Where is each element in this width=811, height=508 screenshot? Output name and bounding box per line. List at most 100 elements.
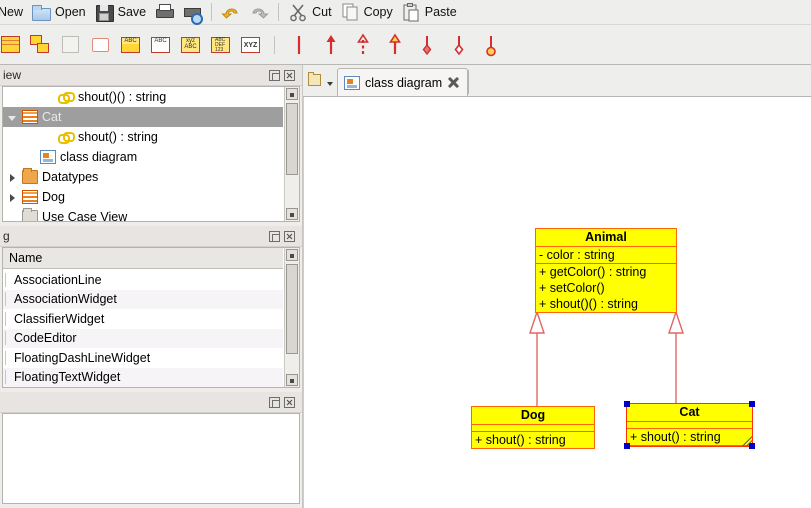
copy-icon bbox=[340, 2, 360, 22]
scroll-up-arrow-icon[interactable] bbox=[286, 88, 298, 100]
bottom-dock bbox=[0, 392, 303, 508]
list-item[interactable]: CodeEditor bbox=[3, 328, 283, 348]
list-dock-float-button[interactable] bbox=[269, 230, 280, 242]
operations-compartment: + getColor() : string + setColor() + shout… bbox=[536, 264, 676, 312]
tree-list[interactable]: shout()() : string Cat shout() : string cla… bbox=[3, 87, 283, 222]
tree-item-label: Use Case View bbox=[42, 210, 128, 222]
new-button[interactable]: New bbox=[0, 1, 27, 24]
box-tool-button[interactable] bbox=[86, 29, 116, 61]
tab-close-icon[interactable] bbox=[447, 76, 460, 89]
print-preview-icon bbox=[182, 2, 204, 25]
diagram-canvas[interactable]: Animal - color : string + getColor() : str… bbox=[303, 97, 811, 508]
datatype-tool-button[interactable]: xyz ABC bbox=[176, 29, 206, 61]
cut-button[interactable]: Cut bbox=[284, 1, 335, 24]
list-item[interactable]: ClassifierWidget bbox=[3, 309, 283, 329]
undo-button[interactable] bbox=[217, 1, 245, 24]
generalization-tool-button[interactable] bbox=[315, 29, 347, 61]
tab-class-diagram[interactable]: class diagram bbox=[337, 68, 469, 96]
enum-tool-button[interactable]: ABC DEF 123 bbox=[206, 29, 236, 61]
resize-grip[interactable] bbox=[740, 434, 752, 446]
list-item-label: ClassifierWidget bbox=[14, 311, 105, 326]
twisty-open-icon[interactable] bbox=[7, 112, 18, 123]
tree-dock-float-button[interactable] bbox=[269, 69, 280, 81]
interface-tool-button[interactable]: ABC bbox=[146, 29, 176, 61]
row-indent-marker bbox=[5, 272, 9, 287]
scissors-icon bbox=[288, 2, 308, 22]
class-list[interactable]: AssociationLine AssociationWidget Classifi… bbox=[3, 270, 283, 387]
print-preview-button[interactable] bbox=[178, 1, 206, 25]
bottom-dock-float-button[interactable] bbox=[269, 396, 280, 408]
tree-item-shout-string[interactable]: shout() : string bbox=[3, 127, 283, 147]
tree-item-label: Datatypes bbox=[42, 170, 99, 184]
scroll-down-arrow-icon[interactable] bbox=[286, 374, 298, 386]
containment-tool-button[interactable] bbox=[475, 29, 507, 61]
list-item[interactable]: FloatingTextWidget bbox=[3, 367, 283, 387]
twisty-closed-icon[interactable] bbox=[7, 192, 18, 203]
scrollbar-thumb[interactable] bbox=[286, 264, 298, 354]
list-dock-close-button[interactable] bbox=[284, 230, 295, 242]
tree-scrollbar[interactable] bbox=[284, 87, 299, 221]
operation-icon bbox=[58, 130, 75, 144]
class-widget-animal[interactable]: Animal - color : string + getColor() : str… bbox=[535, 228, 677, 313]
list-item[interactable]: FloatingDashLineWidget bbox=[3, 348, 283, 368]
save-button[interactable]: Save bbox=[90, 1, 151, 24]
copy-button[interactable]: Copy bbox=[336, 1, 397, 24]
package-tool-button[interactable]: ABC bbox=[116, 29, 146, 61]
generalization-dog-animal bbox=[529, 309, 545, 406]
subsystem-tool-icon bbox=[29, 34, 53, 56]
class-tool-button[interactable] bbox=[0, 29, 26, 61]
tree-item-dog[interactable]: Dog bbox=[3, 187, 283, 207]
tree-dock-close-button[interactable] bbox=[284, 69, 295, 81]
association-tool-button[interactable] bbox=[283, 29, 315, 61]
list-scrollbar[interactable] bbox=[284, 248, 299, 387]
list-item-label: FloatingDashLineWidget bbox=[14, 350, 151, 365]
hollow-arrow-icon bbox=[389, 33, 401, 54]
class-icon bbox=[22, 190, 38, 204]
tree-item-datatypes[interactable]: Datatypes bbox=[3, 167, 283, 187]
composition-tool-button[interactable] bbox=[411, 29, 443, 61]
selection-handle[interactable] bbox=[749, 401, 755, 407]
bottom-dock-close-button[interactable] bbox=[284, 396, 295, 408]
tree-item-class-diagram[interactable]: class diagram bbox=[3, 147, 283, 167]
class-widget-cat[interactable]: Cat + shout() : string bbox=[624, 401, 755, 449]
attributes-compartment: - color : string bbox=[536, 247, 676, 264]
class-widget-dog[interactable]: Dog + shout() : string bbox=[471, 406, 595, 449]
selection-handle[interactable] bbox=[624, 443, 630, 449]
package-icon: ABC bbox=[119, 34, 143, 56]
list-item-label: CodeEditor bbox=[14, 331, 77, 346]
tab-list-button[interactable] bbox=[303, 66, 337, 96]
entity-tool-button[interactable]: XYZ bbox=[236, 29, 266, 61]
scrollbar-thumb[interactable] bbox=[286, 103, 298, 175]
operation-line: + shout()() : string bbox=[539, 297, 638, 311]
scroll-down-arrow-icon[interactable] bbox=[286, 208, 298, 220]
operation-line: + shout() : string bbox=[630, 430, 721, 444]
list-view-body: Name AssociationLine AssociationWidget Cla… bbox=[2, 247, 300, 388]
tree-item-use-case-view[interactable]: Use Case View bbox=[3, 207, 283, 222]
uml-toolbar-separator bbox=[274, 35, 275, 54]
print-button[interactable] bbox=[150, 1, 178, 24]
realization-tool-button[interactable] bbox=[379, 29, 411, 61]
aggregation-tool-button[interactable] bbox=[443, 29, 475, 61]
selection-handle[interactable] bbox=[624, 401, 630, 407]
subsystem-tool-button[interactable] bbox=[26, 29, 56, 61]
twisty-closed-icon[interactable] bbox=[7, 172, 18, 183]
tree-view-dock: iew shout()() : string Cat shout() : strin… bbox=[0, 65, 303, 226]
open-button[interactable]: Open bbox=[27, 1, 90, 24]
paste-button[interactable]: Paste bbox=[397, 1, 461, 24]
cut-button-label: Cut bbox=[312, 5, 332, 19]
scroll-up-arrow-icon[interactable] bbox=[286, 249, 298, 261]
list-column-header[interactable]: Name bbox=[3, 248, 283, 269]
note-tool-button[interactable] bbox=[56, 29, 86, 61]
bottom-dock-body[interactable] bbox=[2, 413, 300, 504]
list-item-label: FloatingTextWidget bbox=[14, 370, 121, 385]
row-indent-marker bbox=[5, 331, 9, 346]
dependency-tool-button[interactable] bbox=[347, 29, 379, 61]
row-indent-marker bbox=[5, 370, 9, 385]
list-item[interactable]: AssociationLine bbox=[3, 270, 283, 290]
tree-item-label: shout() : string bbox=[78, 130, 158, 144]
tree-item-shout-string[interactable]: shout()() : string bbox=[3, 87, 283, 107]
list-item[interactable]: AssociationWidget bbox=[3, 289, 283, 309]
tree-item-cat[interactable]: Cat bbox=[3, 107, 283, 127]
